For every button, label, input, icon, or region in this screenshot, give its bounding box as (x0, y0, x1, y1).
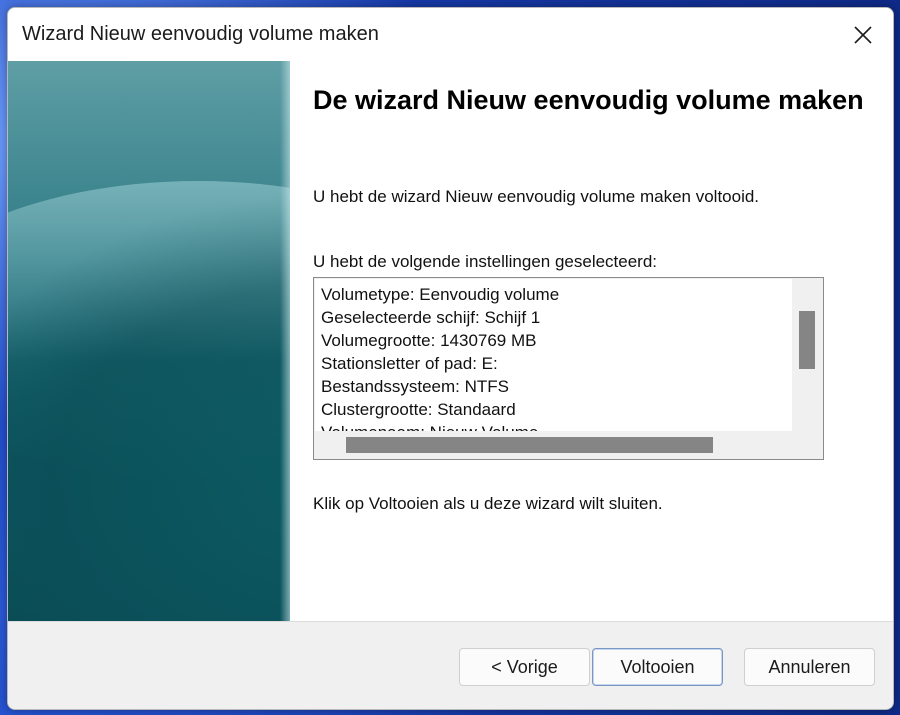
list-item: Volumetype: Eenvoudig volume (321, 285, 560, 304)
finish-instruction: Klik op Voltooien als u deze wizard wilt… (313, 494, 663, 513)
list-item: Geselecteerde schijf: Schijf 1 (321, 308, 541, 327)
list-item: Stationsletter of pad: E: (321, 354, 498, 373)
back-button[interactable]: < Vorige (459, 648, 590, 686)
vertical-scroll-thumb[interactable] (799, 311, 815, 369)
list-item: Volumenaam: Nieuw Volume (321, 421, 793, 431)
wizard-content: De wizard Nieuw eenvoudig volume maken U… (290, 61, 893, 621)
close-button[interactable] (833, 8, 893, 61)
title-bar: Wizard Nieuw eenvoudig volume maken (8, 8, 893, 61)
settings-listbox[interactable]: Volumetype: Eenvoudig volume Geselecteer… (313, 277, 824, 460)
list-item: Clustergrootte: Standaard (321, 400, 516, 419)
list-item: Bestandssysteem: NTFS (321, 377, 510, 396)
window-title: Wizard Nieuw eenvoudig volume maken (22, 23, 379, 45)
wizard-side-banner (8, 61, 508, 621)
settings-list-viewport: Volumetype: Eenvoudig volume Geselecteer… (315, 279, 793, 431)
button-bar: < Vorige Voltooien Annuleren (8, 621, 893, 709)
finish-button[interactable]: Voltooien (592, 648, 723, 686)
close-icon (854, 25, 872, 44)
horizontal-scroll-thumb[interactable] (346, 437, 713, 453)
horizontal-scrollbar[interactable] (315, 431, 793, 458)
cancel-button[interactable]: Annuleren (744, 648, 875, 686)
vertical-scrollbar[interactable] (792, 279, 822, 431)
intro-text: U hebt de wizard Nieuw eenvoudig volume … (313, 187, 760, 206)
wizard-window: Wizard Nieuw eenvoudig volume maken De w… (7, 7, 894, 710)
page-title: De wizard Nieuw eenvoudig volume maken (313, 85, 864, 115)
settings-list-label: U hebt de volgende instellingen geselect… (313, 252, 658, 271)
list-item: Volumegrootte: 1430769 MB (321, 331, 537, 350)
